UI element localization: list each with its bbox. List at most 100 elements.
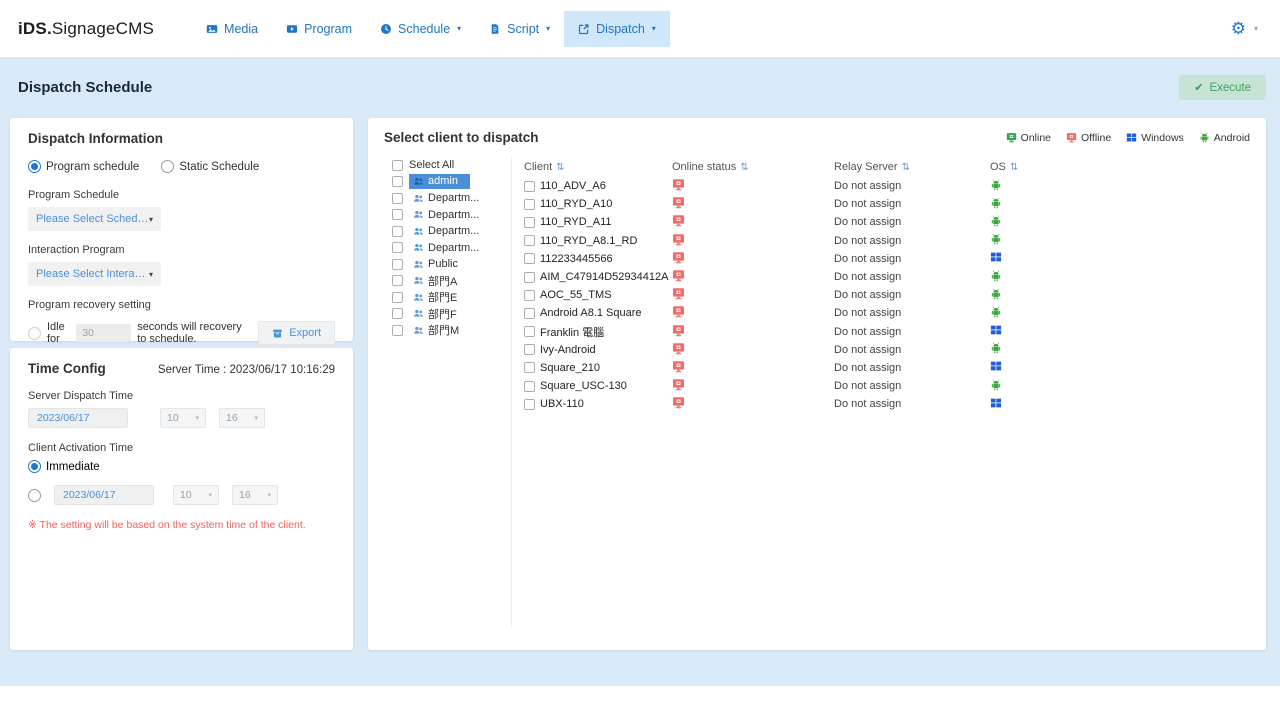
tree-item-group[interactable]: Public xyxy=(392,256,511,273)
nav-item-schedule[interactable]: Schedule▾ xyxy=(366,11,475,47)
column-header-online-status[interactable]: Online status ⇅ xyxy=(672,161,834,173)
tree-item-group[interactable]: Departm... xyxy=(392,207,511,224)
checkbox[interactable] xyxy=(524,199,535,210)
column-header-client[interactable]: Client⇅ xyxy=(524,161,672,173)
checkbox[interactable] xyxy=(524,290,535,301)
checkbox[interactable] xyxy=(392,308,403,319)
group-label[interactable]: Public xyxy=(409,257,462,271)
android-icon xyxy=(990,288,1002,300)
sort-icon[interactable]: ⇅ xyxy=(740,162,748,173)
interaction-program-select[interactable]: Please Select Interaction S... ▾ xyxy=(28,262,161,286)
tree-item-group[interactable]: Departm... xyxy=(392,190,511,207)
group-label[interactable]: admin xyxy=(409,174,470,189)
server-dispatch-date-input[interactable]: 2023/06/17 xyxy=(28,408,128,428)
radio-static-schedule[interactable]: Static Schedule xyxy=(161,160,259,173)
export-button[interactable]: Export xyxy=(258,321,335,345)
tree-item-group[interactable]: Departm... xyxy=(392,240,511,257)
page-header: Dispatch Schedule ✔ Execute xyxy=(0,57,1280,118)
idle-prefix: Idle for xyxy=(47,321,70,345)
group-label[interactable]: Departm... xyxy=(409,241,483,255)
checkbox[interactable] xyxy=(392,226,403,237)
nav-item-dispatch[interactable]: Dispatch▾ xyxy=(564,11,670,47)
client-activation-minute-select[interactable]: 16 ▾ xyxy=(232,485,278,505)
settings-caret-icon[interactable]: ▾ xyxy=(1254,24,1258,33)
client-panel-body: Select Alladmin Departm... Departm... Depar… xyxy=(384,157,1250,627)
checkbox[interactable] xyxy=(392,292,403,303)
group-label[interactable]: 部門E xyxy=(409,288,461,306)
group-label[interactable]: Departm... xyxy=(409,191,483,205)
tree-item-group[interactable]: Departm... xyxy=(392,223,511,240)
android-icon xyxy=(990,270,1002,282)
radio-idle-recovery[interactable] xyxy=(28,327,41,340)
checkbox[interactable] xyxy=(524,399,535,410)
server-dispatch-hour-select[interactable]: 10 ▾ xyxy=(160,408,206,428)
program-schedule-select[interactable]: Please Select Schedule ▾ xyxy=(28,207,161,231)
sort-icon[interactable]: ⇅ xyxy=(556,162,564,173)
legend-label: Android xyxy=(1214,132,1250,144)
client-name: Android A8.1 Square xyxy=(540,307,642,319)
client-cell: 110_RYD_A8.1_RD xyxy=(524,235,672,247)
group-label[interactable]: Departm... xyxy=(409,208,483,222)
group-label[interactable]: 部門A xyxy=(409,272,461,290)
radio-program-schedule[interactable]: Program schedule xyxy=(28,160,139,173)
checkbox[interactable] xyxy=(392,160,403,171)
nav-item-program[interactable]: Program xyxy=(272,11,366,47)
nav-item-script[interactable]: Script▾ xyxy=(475,11,564,47)
server-dispatch-row: 2023/06/17 10 ▾ 16 ▾ xyxy=(28,408,335,428)
tree-item-group[interactable]: 部門F xyxy=(392,306,511,323)
checkbox[interactable] xyxy=(524,217,535,228)
group-label[interactable]: Departm... xyxy=(409,224,483,238)
server-dispatch-minute-select[interactable]: 16 ▾ xyxy=(219,408,265,428)
sort-icon[interactable]: ⇅ xyxy=(902,162,910,173)
client-activation-date-input[interactable]: 2023/06/17 xyxy=(54,485,154,505)
relay-server-cell: Do not assign xyxy=(834,307,990,319)
tree-item-group[interactable]: admin xyxy=(392,174,511,191)
radio-scheduled-activation[interactable] xyxy=(28,489,41,502)
relay-value: Do not assign xyxy=(834,380,901,392)
checkbox[interactable] xyxy=(392,209,403,220)
column-header-relay-server[interactable]: Relay Server⇅ xyxy=(834,161,990,173)
checkbox[interactable] xyxy=(524,362,535,373)
group-label[interactable]: 部門M xyxy=(409,321,463,339)
nav-item-media[interactable]: Media xyxy=(192,11,272,47)
app-logo-rest: SignageCMS xyxy=(52,19,154,38)
checkbox[interactable] xyxy=(524,272,535,283)
checkbox[interactable] xyxy=(524,235,535,246)
idle-suffix: seconds will recovery to schedule. xyxy=(137,321,252,345)
tree-item-group[interactable]: 部門M xyxy=(392,322,511,339)
export-box-icon xyxy=(272,328,283,339)
table-row: 110_RYD_A10Do not assign xyxy=(524,195,1250,213)
relay-server-cell: Do not assign xyxy=(834,198,990,210)
relay-value: Do not assign xyxy=(834,307,901,319)
client-activation-hour-select[interactable]: 10 ▾ xyxy=(173,485,219,505)
legend-offline: Offline xyxy=(1066,132,1111,144)
checkbox[interactable] xyxy=(392,259,403,270)
radio-immediate[interactable]: Immediate xyxy=(28,460,335,473)
tree-item-group[interactable]: 部門A xyxy=(392,273,511,290)
execute-button[interactable]: ✔ Execute xyxy=(1179,75,1266,100)
checkbox[interactable] xyxy=(392,275,403,286)
group-label[interactable]: 部門F xyxy=(409,305,461,323)
tree-item-select-all[interactable]: Select All xyxy=(392,157,511,174)
client-name: 110_ADV_A6 xyxy=(540,180,606,192)
column-label: Online status xyxy=(672,161,736,173)
checkbox[interactable] xyxy=(392,193,403,204)
checkbox[interactable] xyxy=(524,308,535,319)
column-label: OS xyxy=(990,161,1006,173)
checkbox[interactable] xyxy=(524,326,535,337)
legend-label: Offline xyxy=(1081,132,1111,144)
checkbox[interactable] xyxy=(392,325,403,336)
checkbox[interactable] xyxy=(392,176,403,187)
checkbox[interactable] xyxy=(392,242,403,253)
sort-icon[interactable]: ⇅ xyxy=(1010,162,1018,173)
chevron-down-icon: ▾ xyxy=(267,491,271,499)
column-header-os[interactable]: OS ⇅ xyxy=(990,161,1250,173)
checkbox[interactable] xyxy=(524,344,535,355)
checkbox[interactable] xyxy=(524,253,535,264)
offline-monitor-icon xyxy=(672,178,685,191)
tree-item-group[interactable]: 部門E xyxy=(392,289,511,306)
settings-gear-icon[interactable]: ⚙ xyxy=(1231,20,1246,37)
checkbox[interactable] xyxy=(524,181,535,192)
idle-seconds-input[interactable] xyxy=(76,324,131,342)
checkbox[interactable] xyxy=(524,381,535,392)
